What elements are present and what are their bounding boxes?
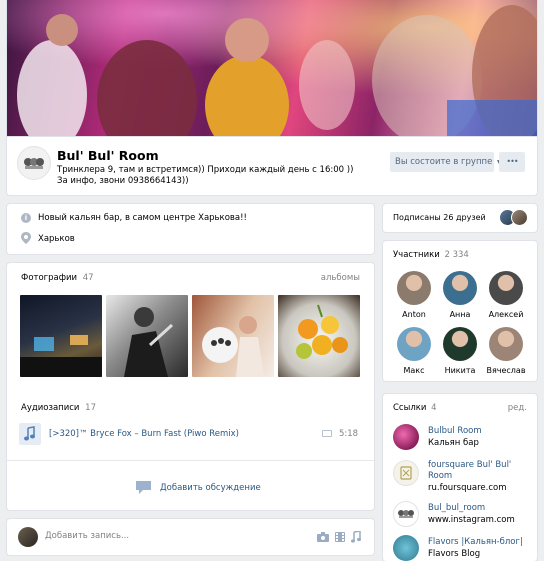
info-block: i Новый кальян бар, в самом центре Харьк… — [7, 204, 374, 254]
group-avatar[interactable] — [17, 146, 51, 180]
member-avatar[interactable] — [489, 327, 523, 361]
photos-count: 47 — [82, 273, 94, 283]
member-avatar[interactable] — [443, 327, 477, 361]
friends-block[interactable]: Подписаны 26 друзей — [383, 204, 537, 232]
group-city: Харьков — [38, 234, 75, 244]
photo-thumbnail[interactable] — [106, 295, 188, 377]
members-block: Участники 2 334 Anton Анна Алексей Макс Ники… — [383, 241, 537, 381]
member-avatar[interactable] — [397, 271, 431, 305]
music-note-icon[interactable] — [351, 531, 361, 543]
audio-header[interactable]: Аудиозаписи 17 — [21, 403, 96, 413]
member-name[interactable]: Анна — [435, 310, 485, 319]
group-status: Тринклера 9, там и встретимся)) Приходи … — [57, 165, 354, 186]
links-count: 4 — [431, 403, 437, 413]
foursquare-icon — [393, 460, 419, 486]
photo-thumbnail[interactable] — [192, 295, 274, 377]
subtitles-icon[interactable] — [322, 430, 332, 437]
member-name[interactable]: Вячеслав — [481, 366, 531, 375]
member-avatar[interactable] — [443, 271, 477, 305]
photos-header[interactable]: Фотографии 47 — [21, 273, 94, 283]
audio-count: 17 — [85, 403, 96, 413]
member-name[interactable]: Макс — [389, 366, 439, 375]
member-avatar[interactable] — [489, 271, 523, 305]
audio-title: Аудиозаписи — [21, 403, 80, 413]
albums-link[interactable]: альбомы — [321, 273, 360, 283]
member-status-button[interactable]: Вы состоите в группе ▼ — [390, 152, 502, 172]
link-title[interactable]: Flavors |Кальян-блог| — [428, 537, 523, 547]
photos-title: Фотографии — [21, 273, 78, 283]
audio-track-title[interactable]: [>320]™ Bryce Fox – Burn Fast (Piwo Remi… — [49, 429, 239, 439]
photo-thumbnail[interactable] — [20, 295, 102, 377]
info-icon: i — [21, 213, 31, 223]
audio-duration: 5:18 — [339, 429, 359, 439]
post-composer: Добавить запись... — [7, 519, 374, 555]
photo-thumbnail[interactable] — [278, 295, 360, 377]
cover-photo — [7, 0, 537, 137]
link-subtitle: ru.foursquare.com — [428, 483, 507, 493]
add-discussion-label: Добавить обсуждение — [160, 483, 261, 493]
friends-label: Подписаны 26 друзей — [393, 213, 486, 222]
link-avatar — [393, 535, 419, 561]
user-avatar[interactable] — [18, 527, 38, 547]
location-pin-icon — [21, 232, 31, 244]
friend-avatar[interactable] — [511, 209, 528, 226]
links-block: Ссылки 4 ред. Bulbul Room Кальян бар fou… — [383, 394, 537, 561]
member-name[interactable]: Anton — [389, 310, 439, 319]
more-button[interactable]: ••• — [499, 152, 525, 172]
links-edit[interactable]: ред. — [508, 403, 527, 413]
members-title: Участники — [393, 250, 440, 260]
links-header[interactable]: Ссылки 4 — [393, 403, 437, 413]
link-title-continued[interactable]: Room — [428, 471, 452, 481]
post-input[interactable]: Добавить запись... — [45, 531, 129, 541]
group-description: Новый кальян бар, в самом центре Харьков… — [38, 213, 247, 223]
member-name[interactable]: Алексей — [481, 310, 531, 319]
link-title[interactable]: Bulbul Room — [428, 426, 482, 436]
camera-icon[interactable] — [317, 532, 329, 542]
member-avatar[interactable] — [397, 327, 431, 361]
link-title[interactable]: foursquare Bul' Bul' — [428, 460, 511, 470]
link-avatar — [393, 501, 419, 527]
link-subtitle: Flavors Blog — [428, 549, 481, 559]
discussion-icon — [135, 480, 152, 496]
link-subtitle: Кальян бар — [428, 438, 479, 448]
member-status-label: Вы состоите в группе — [395, 157, 493, 167]
music-note-icon[interactable] — [19, 423, 41, 445]
link-title[interactable]: Bul_bul_room — [428, 503, 485, 513]
group-header: Bul' Bul' Room Тринклера 9, там и встрет… — [7, 137, 537, 195]
content-block: Фотографии 47 альбомы Аудиозаписи 17 [>3… — [7, 263, 374, 510]
video-icon[interactable] — [335, 532, 345, 542]
audio-track[interactable]: [>320]™ Bryce Fox – Burn Fast (Piwo Remi… — [19, 423, 362, 445]
link-subtitle: www.instagram.com — [428, 515, 515, 525]
divider — [7, 460, 374, 461]
members-count: 2 334 — [444, 250, 469, 260]
links-title: Ссылки — [393, 403, 427, 413]
link-avatar — [393, 424, 419, 450]
group-name: Bul' Bul' Room — [57, 148, 159, 163]
member-name[interactable]: Никита — [435, 366, 485, 375]
members-header[interactable]: Участники 2 334 — [393, 250, 469, 260]
